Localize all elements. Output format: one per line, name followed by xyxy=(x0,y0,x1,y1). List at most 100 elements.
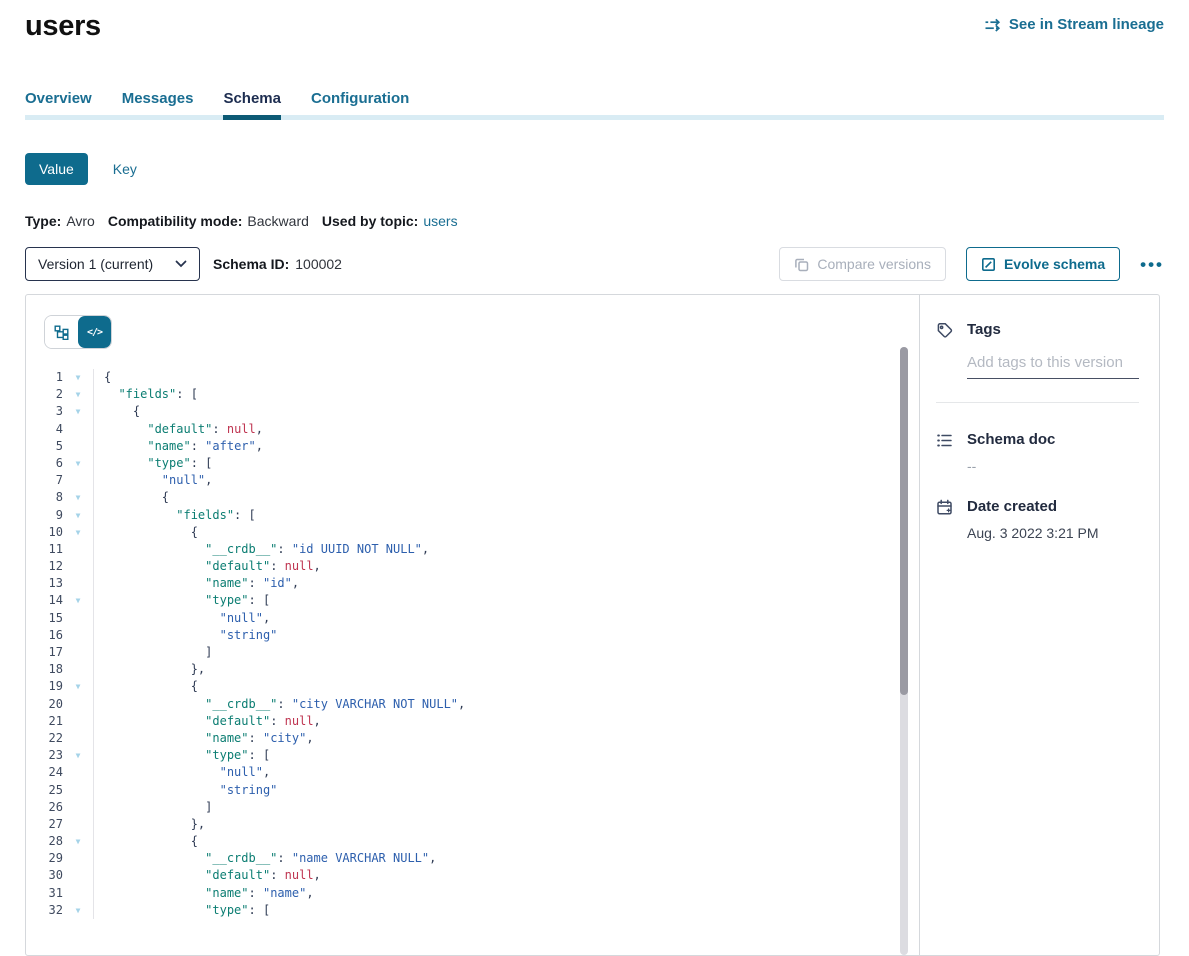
fold-toggle-icon[interactable]: ▼ xyxy=(63,489,93,506)
code-text: "fields": [ xyxy=(93,386,919,403)
code-line: 24 "null", xyxy=(26,764,919,781)
line-number: 19 xyxy=(26,678,63,695)
version-select[interactable]: Version 1 (current) xyxy=(25,247,200,281)
fold-spacer xyxy=(63,696,93,713)
code-text: "name": "city", xyxy=(93,730,919,747)
fold-spacer xyxy=(63,575,93,592)
code-text: }, xyxy=(93,816,919,833)
scrollbar-track[interactable] xyxy=(900,347,908,955)
add-tags-input[interactable] xyxy=(967,354,1139,379)
tree-view-button[interactable] xyxy=(45,316,78,348)
schema-doc-section: Schema doc -- xyxy=(936,431,1139,474)
code-view-button[interactable]: </> xyxy=(78,316,111,348)
date-created-value: Aug. 3 2022 3:21 PM xyxy=(967,525,1139,541)
value-toggle-button[interactable]: Value xyxy=(25,153,88,185)
code-text: "default": null, xyxy=(93,867,919,884)
line-number: 6 xyxy=(26,455,63,472)
code-line: 16 "string" xyxy=(26,627,919,644)
fold-toggle-icon[interactable]: ▼ xyxy=(63,524,93,541)
calendar-icon xyxy=(936,499,953,516)
schema-meta-row: Type: Avro Compatibility mode: Backward … xyxy=(25,213,1164,229)
code-line: 10▼ { xyxy=(26,524,919,541)
line-number: 14 xyxy=(26,592,63,609)
line-number: 24 xyxy=(26,764,63,781)
fold-toggle-icon[interactable]: ▼ xyxy=(63,833,93,850)
code-text: "null", xyxy=(93,472,919,489)
version-selected-value: Version 1 (current) xyxy=(38,256,153,272)
fold-spacer xyxy=(63,782,93,799)
line-number: 31 xyxy=(26,885,63,902)
code-text: "__crdb__": "id UUID NOT NULL", xyxy=(93,541,919,558)
line-number: 7 xyxy=(26,472,63,489)
compare-versions-label: Compare versions xyxy=(817,256,931,272)
code-text: "name": "after", xyxy=(93,438,919,455)
list-icon xyxy=(936,432,953,449)
line-number: 15 xyxy=(26,610,63,627)
code-text: "fields": [ xyxy=(93,507,919,524)
code-line: 17 ] xyxy=(26,644,919,661)
tab-bar: Overview Messages Schema Configuration xyxy=(0,90,1189,120)
code-text: "__crdb__": "name VARCHAR NULL", xyxy=(93,850,919,867)
more-actions-button[interactable]: ••• xyxy=(1140,256,1164,273)
evolve-schema-button[interactable]: Evolve schema xyxy=(966,247,1120,281)
compat-label: Compatibility mode: xyxy=(108,213,243,229)
tags-section: Tags xyxy=(936,321,1139,379)
compare-versions-button[interactable]: Compare versions xyxy=(779,247,946,281)
fold-toggle-icon[interactable]: ▼ xyxy=(63,386,93,403)
fold-toggle-icon[interactable]: ▼ xyxy=(63,902,93,919)
line-number: 30 xyxy=(26,867,63,884)
key-toggle-link[interactable]: Key xyxy=(113,161,137,177)
code-text: }, xyxy=(93,661,919,678)
line-number: 20 xyxy=(26,696,63,713)
line-number: 13 xyxy=(26,575,63,592)
tab-schema[interactable]: Schema xyxy=(223,90,281,120)
controls-right: Compare versions Evolve schema ••• xyxy=(779,247,1164,281)
compare-icon xyxy=(794,257,809,272)
line-number: 2 xyxy=(26,386,63,403)
fold-toggle-icon[interactable]: ▼ xyxy=(63,403,93,420)
tab-overview[interactable]: Overview xyxy=(25,90,92,120)
code-line: 11 "__crdb__": "id UUID NOT NULL", xyxy=(26,541,919,558)
tab-messages[interactable]: Messages xyxy=(122,90,194,120)
fold-spacer xyxy=(63,610,93,627)
code-line: 9▼ "fields": [ xyxy=(26,507,919,524)
code-line: 29 "__crdb__": "name VARCHAR NULL", xyxy=(26,850,919,867)
fold-toggle-icon[interactable]: ▼ xyxy=(63,592,93,609)
fold-toggle-icon[interactable]: ▼ xyxy=(63,678,93,695)
page-title: users xyxy=(25,10,101,43)
tab-configuration[interactable]: Configuration xyxy=(311,90,409,120)
schema-editor: </> 1▼{2▼ "fields": [3▼ {4 "default": nu… xyxy=(26,295,919,955)
fold-toggle-icon[interactable]: ▼ xyxy=(63,369,93,386)
code-line: 30 "default": null, xyxy=(26,867,919,884)
code-line: 19▼ { xyxy=(26,678,919,695)
code-line: 8▼ { xyxy=(26,489,919,506)
code-line: 23▼ "type": [ xyxy=(26,747,919,764)
code-text: "name": "name", xyxy=(93,885,919,902)
date-created-title: Date created xyxy=(967,498,1139,516)
code-text: { xyxy=(93,403,919,420)
code-area[interactable]: 1▼{2▼ "fields": [3▼ {4 "default": null,5… xyxy=(26,369,919,919)
fold-toggle-icon[interactable]: ▼ xyxy=(63,507,93,524)
line-number: 10 xyxy=(26,524,63,541)
stream-lineage-link[interactable]: See in Stream lineage xyxy=(984,16,1164,33)
fold-spacer xyxy=(63,730,93,747)
tree-view-icon xyxy=(54,325,69,340)
line-number: 17 xyxy=(26,644,63,661)
code-line: 32▼ "type": [ xyxy=(26,902,919,919)
code-line: 6▼ "type": [ xyxy=(26,455,919,472)
fold-spacer xyxy=(63,816,93,833)
code-text: { xyxy=(93,678,919,695)
code-text: "type": [ xyxy=(93,747,919,764)
fold-toggle-icon[interactable]: ▼ xyxy=(63,747,93,764)
line-number: 16 xyxy=(26,627,63,644)
code-text: "type": [ xyxy=(93,592,919,609)
line-number: 18 xyxy=(26,661,63,678)
code-line: 18 }, xyxy=(26,661,919,678)
fold-spacer xyxy=(63,558,93,575)
page-header: users See in Stream lineage xyxy=(0,10,1189,43)
fold-toggle-icon[interactable]: ▼ xyxy=(63,455,93,472)
line-number: 9 xyxy=(26,507,63,524)
scrollbar-thumb[interactable] xyxy=(900,347,908,695)
topic-link[interactable]: users xyxy=(423,213,457,229)
fold-spacer xyxy=(63,541,93,558)
